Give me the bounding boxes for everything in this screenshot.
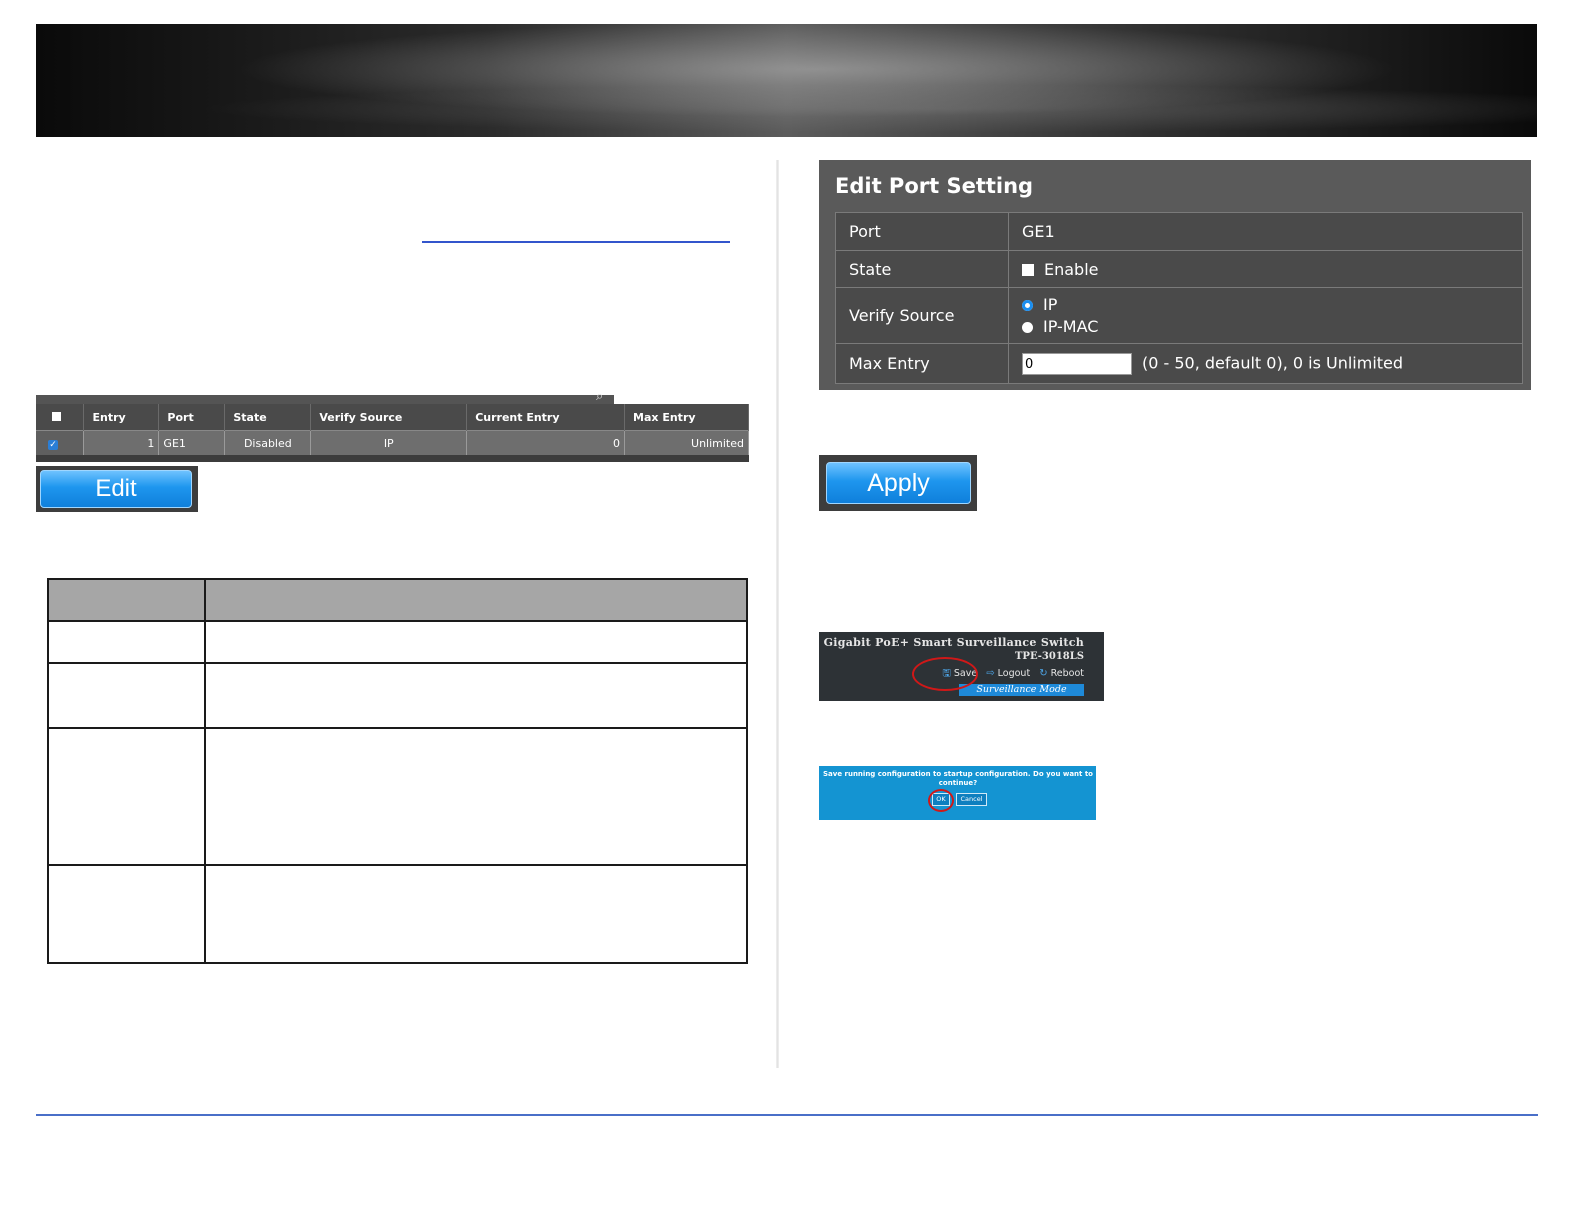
logout-icon[interactable]: ⇨ — [986, 668, 994, 679]
cell-port: GE1 — [158, 430, 226, 455]
footer-rule — [36, 1114, 1538, 1116]
state-label: State — [835, 250, 1009, 288]
max-entry-input[interactable]: 0 — [1022, 352, 1132, 375]
edit-button[interactable]: Edit — [40, 470, 192, 508]
ip-source-guard-table-panel: ⌕ Entry Port State Verify Source Current… — [36, 389, 749, 462]
cell-max-entry: Unlimited — [624, 430, 749, 455]
table-row — [47, 620, 749, 664]
state-field: Enable — [1008, 250, 1523, 288]
row-checkbox[interactable]: ✓ — [48, 439, 58, 450]
verify-ip-radio[interactable] — [1022, 299, 1033, 311]
state-enable-label[interactable]: Enable — [1044, 260, 1099, 279]
column-header-current-entry[interactable]: Current Entry — [466, 404, 626, 431]
state-enable-checkbox[interactable] — [1022, 263, 1034, 276]
cell-verify-source: IP — [310, 430, 468, 455]
reboot-link[interactable]: Reboot — [1051, 668, 1084, 679]
cell-entry: 1 — [83, 430, 160, 455]
apply-button-frame: Apply — [819, 455, 977, 511]
column-header-state[interactable]: State — [224, 404, 312, 431]
port-label: Port — [835, 212, 1009, 251]
port-binding-table: Entry Port State Verify Source Current E… — [36, 404, 749, 455]
edit-port-setting-panel: Edit Port Setting Port GE1 State Enable … — [819, 160, 1531, 390]
reboot-icon[interactable]: ↻ — [1039, 668, 1047, 679]
edit-port-setting-form: Port GE1 State Enable Verify Source IP I… — [835, 212, 1523, 384]
table-row — [47, 727, 749, 866]
column-divider — [776, 160, 779, 1068]
header-banner — [36, 24, 1537, 137]
cell-current-entry: 0 — [466, 430, 626, 455]
column-header-verify-source[interactable]: Verify Source — [310, 404, 468, 431]
max-entry-hint: (0 - 50, default 0), 0 is Unlimited — [1142, 353, 1404, 372]
max-entry-field: 0 (0 - 50, default 0), 0 is Unlimited — [1008, 343, 1523, 384]
column-header-max-entry[interactable]: Max Entry — [624, 404, 749, 431]
surveillance-mode-button[interactable]: Surveillance Mode — [959, 684, 1084, 696]
table-header-row: Entry Port State Verify Source Current E… — [36, 404, 749, 431]
model-name: TPE-3018LS — [1014, 651, 1084, 662]
edit-button-frame: Edit — [36, 466, 198, 512]
table-toolbar-gap — [614, 395, 749, 404]
confirm-message: Save running configuration to startup co… — [823, 770, 1093, 787]
description-header-description — [203, 578, 749, 622]
column-header-port[interactable]: Port — [158, 404, 226, 431]
apply-button[interactable]: Apply — [826, 462, 971, 504]
verify-source-label: Verify Source — [835, 287, 1009, 344]
verify-ip-mac-radio[interactable] — [1022, 321, 1033, 333]
max-entry-label: Max Entry — [835, 343, 1009, 384]
port-value: GE1 — [1008, 212, 1523, 251]
switch-header-thumbnail: Gigabit PoE+ Smart Surveillance Switch T… — [819, 632, 1104, 701]
cancel-button[interactable]: Cancel — [956, 793, 987, 806]
table-row — [47, 864, 749, 964]
select-all-checkbox[interactable] — [52, 411, 61, 421]
verify-ip-label[interactable]: IP — [1043, 295, 1057, 314]
search-icon[interactable]: ⌕ — [596, 389, 603, 404]
save-confirm-dialog-thumbnail: Save running configuration to startup co… — [819, 766, 1096, 820]
table-row — [47, 662, 749, 729]
logout-link[interactable]: Logout — [998, 668, 1031, 679]
hyperlink-underline[interactable] — [422, 241, 730, 243]
description-header-parameter — [47, 578, 206, 622]
table-row[interactable]: ✓ 1 GE1 Disabled IP 0 Unlimited — [36, 430, 749, 455]
ok-highlight-circle — [928, 789, 954, 812]
verify-source-field: IP IP-MAC — [1008, 287, 1523, 344]
cell-state: Disabled — [224, 430, 312, 455]
save-highlight-circle — [912, 657, 978, 691]
panel-title: Edit Port Setting — [835, 174, 1034, 198]
column-header-entry[interactable]: Entry — [83, 404, 160, 431]
verify-ip-mac-label[interactable]: IP-MAC — [1043, 317, 1098, 336]
parameter-description-table — [47, 578, 749, 964]
product-name: Gigabit PoE+ Smart Surveillance Switch — [823, 636, 1084, 649]
